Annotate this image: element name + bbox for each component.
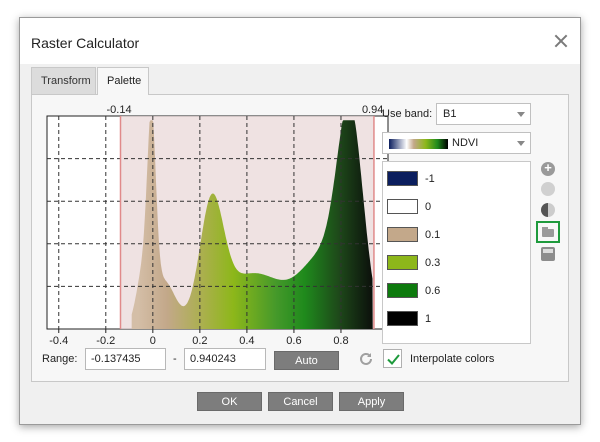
chevron-down-icon	[517, 141, 525, 146]
list-item[interactable]: 0	[386, 196, 526, 218]
invert-palette-icon[interactable]	[541, 203, 555, 217]
list-item[interactable]: -1	[386, 168, 526, 190]
interpolate-checkbox[interactable]	[383, 349, 402, 368]
list-item[interactable]: 0.1	[386, 224, 526, 246]
color-value: 0.6	[425, 285, 441, 297]
range-label: Range:	[42, 353, 78, 365]
chevron-down-icon	[517, 112, 525, 117]
color-value: 0.3	[425, 257, 441, 269]
range-separator: -	[173, 353, 177, 365]
checkmark-icon	[387, 354, 400, 365]
palette-gradient-preview	[389, 139, 448, 149]
list-item[interactable]: 1	[386, 308, 526, 330]
color-swatch[interactable]	[387, 199, 418, 214]
x-tick-label: 0.6	[286, 335, 301, 347]
color-value: 0.1	[425, 229, 441, 241]
add-color-icon[interactable]	[541, 160, 555, 176]
folder-icon-body	[542, 229, 554, 237]
color-swatch[interactable]	[387, 255, 418, 270]
auto-button[interactable]: Auto	[274, 351, 339, 370]
x-tick-label: 0	[150, 335, 156, 347]
save-palette-icon[interactable]	[541, 247, 555, 261]
palette-select-value: NDVI	[452, 137, 479, 149]
cancel-button[interactable]: Cancel	[268, 392, 333, 411]
list-item[interactable]: 0.3	[386, 252, 526, 274]
color-swatch[interactable]	[387, 171, 418, 186]
histogram-area: -0.14 0.94 -0.4-0.200.20.40.60.81	[20, 18, 400, 358]
remove-color-icon[interactable]	[541, 182, 555, 196]
histogram-chart[interactable]: -0.14 0.94 -0.4-0.200.20.40.60.81	[20, 18, 400, 358]
x-tick-label: 0.8	[333, 335, 348, 347]
color-swatch[interactable]	[387, 227, 418, 242]
refresh-icon[interactable]	[358, 351, 374, 367]
color-value: -1	[425, 173, 435, 185]
range-max-input[interactable]: 0.940243	[184, 348, 266, 370]
close-icon[interactable]	[552, 32, 570, 50]
open-palette-button[interactable]	[536, 221, 560, 243]
x-tick-label: -0.4	[49, 335, 68, 347]
interpolate-label: Interpolate colors	[410, 353, 495, 365]
apply-button[interactable]: Apply	[339, 392, 404, 411]
band-select[interactable]: B1	[436, 103, 531, 125]
palette-select[interactable]: NDVI	[382, 132, 531, 154]
ok-button[interactable]: OK	[197, 392, 262, 411]
x-tick-label: 0.2	[192, 335, 207, 347]
x-tick-label: -0.2	[96, 335, 115, 347]
band-select-value: B1	[443, 108, 457, 120]
range-min-input[interactable]: -0.137435	[85, 348, 166, 370]
tab-palette[interactable]: Palette	[97, 67, 149, 95]
color-value: 1	[425, 313, 432, 325]
list-item[interactable]: 0.6	[386, 280, 526, 302]
color-swatch[interactable]	[387, 283, 418, 298]
range-min-marker-label: -0.14	[107, 104, 132, 116]
x-tick-label: 0.4	[239, 335, 254, 347]
color-swatch[interactable]	[387, 311, 418, 326]
color-entry-list: -1 0 0.1 0.3 0.6 1	[382, 161, 531, 344]
band-label: Use band:	[382, 108, 433, 120]
range-max-marker-label: 0.94	[362, 104, 383, 116]
raster-calculator-dialog: Raster Calculator Transform Palette -0.1…	[19, 17, 581, 425]
color-value: 0	[425, 201, 432, 213]
